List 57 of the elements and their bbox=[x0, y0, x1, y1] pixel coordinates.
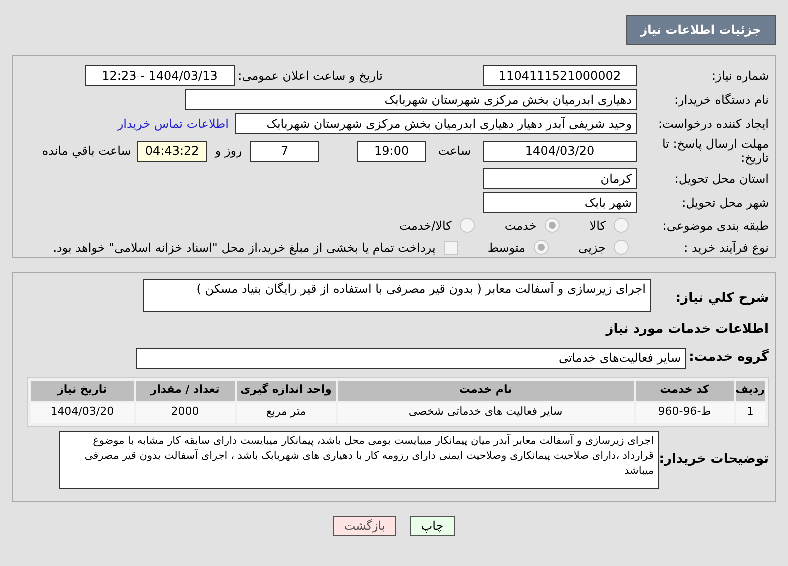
field-label: شماره نیاز: bbox=[711, 68, 769, 82]
column-header: کد خدمت bbox=[636, 380, 734, 400]
text-field[interactable]: وحید شریفی آبدر دهیار دهیاری ابدرمیان بخش مرکزی شهرستان شهربابک bbox=[235, 113, 637, 134]
text-field[interactable]: 1404/03/20 bbox=[483, 140, 637, 162]
countdown-field[interactable]: 04:43:22 bbox=[137, 140, 208, 162]
text-field[interactable]: شهر بابک bbox=[483, 192, 637, 213]
buyer-contact-link[interactable]: اطلاعات تماس خریدار bbox=[118, 114, 229, 132]
column-header: نام خدمت bbox=[338, 380, 634, 400]
column-header: ردیف bbox=[736, 380, 765, 400]
checkbox-label: پرداخت تمام یا بخشی از مبلغ خرید،از محل "اسناد خزانه اسلامی" خواهد بود. bbox=[53, 240, 436, 256]
text-field[interactable]: 7 bbox=[250, 140, 320, 162]
radio-label: جزیی bbox=[578, 240, 606, 256]
days-label: روز و bbox=[215, 143, 242, 160]
column-header: تاریخ نیاز bbox=[31, 380, 134, 400]
radio-button[interactable] bbox=[614, 240, 629, 255]
table-cell: متر مربع bbox=[236, 402, 336, 422]
text-field[interactable]: 1404/03/13 - 12:23 bbox=[85, 65, 235, 86]
field-label: تاریخ و ساعت اعلان عمومی: bbox=[237, 68, 383, 82]
field-label: مهلت ارسال پاسخ: تا تاریخ: bbox=[661, 137, 769, 165]
table-cell: 1 bbox=[736, 402, 765, 422]
text-field[interactable]: سایر فعالیت‌های خدماتی bbox=[136, 348, 686, 368]
radio-label: کالا/خدمت bbox=[400, 218, 452, 234]
table-cell: ط-96-960 bbox=[636, 402, 734, 422]
print-button[interactable]: چاپ bbox=[410, 516, 455, 536]
field-label: گروه خدمت: bbox=[688, 348, 769, 368]
back-button[interactable]: بازگشت bbox=[333, 516, 396, 536]
field-label: طبقه بندی موضوعی: bbox=[662, 218, 769, 232]
field-label: شرح کلي نياز: bbox=[674, 290, 769, 308]
text-field[interactable]: کرمان bbox=[483, 168, 637, 189]
table-cell: سایر فعالیت های خدماتی شخصی bbox=[338, 402, 634, 422]
column-header: واحد اندازه گیری bbox=[236, 380, 336, 400]
summary-textarea[interactable]: اجرای زیرسازی و آسفالت معابر ( بدون قیر مصرفی با استفاده از قیر رایگان بنیاد مسکن ) bbox=[143, 279, 651, 312]
field-label: توضیحات خریدار: bbox=[659, 450, 769, 469]
table-cell: 1404/03/20 bbox=[31, 402, 134, 422]
field-label: نوع فرآیند خرید : bbox=[683, 240, 769, 254]
remaining-label: ساعت باقي مانده bbox=[42, 143, 132, 160]
page-title: جزئیات اطلاعات نیاز bbox=[626, 15, 776, 45]
field-label: ایجاد کننده درخواست: bbox=[657, 116, 769, 130]
field-label: شهر محل تحویل: bbox=[681, 196, 769, 210]
checkbox[interactable] bbox=[444, 240, 458, 254]
section-heading: اطلاعات خدمات مورد نیاز bbox=[604, 321, 769, 339]
table-cell: 2000 bbox=[136, 402, 235, 422]
notes-textarea[interactable]: اجرای زیرسازی و آسفالت معابر آبدر میان پیمانکار میبایست بومی محل باشد، پیمانکار میبایست دارای سابقه کار مشابه با موضوع قرارداد ،دارای صلاحیت پیمانکاری وصلاحیت ایمنی دارای رزومه کار با دهیاری های شهربابک باشد ، اجرای آسفالت بدون قیر مصرفی میباشد bbox=[59, 430, 659, 488]
text-field[interactable]: 19:00 bbox=[357, 140, 426, 162]
radio-button[interactable] bbox=[544, 218, 560, 233]
radio-button[interactable] bbox=[460, 218, 475, 233]
field-label: استان محل تحویل: bbox=[674, 172, 769, 186]
radio-button[interactable] bbox=[614, 218, 629, 233]
radio-label: کالا bbox=[590, 218, 606, 234]
time-label: ساعت bbox=[438, 143, 471, 160]
text-field[interactable]: دهیاری ابدرمیان بخش مرکزی شهرستان شهربابک bbox=[185, 89, 637, 110]
text-field[interactable]: 1104111521000002 bbox=[483, 65, 637, 86]
radio-button[interactable] bbox=[534, 240, 549, 255]
radio-label: متوسط bbox=[488, 240, 526, 256]
column-header: تعداد / مقدار bbox=[136, 380, 235, 400]
radio-label: خدمت bbox=[504, 218, 537, 234]
field-label: نام دستگاه خریدار: bbox=[674, 92, 769, 106]
